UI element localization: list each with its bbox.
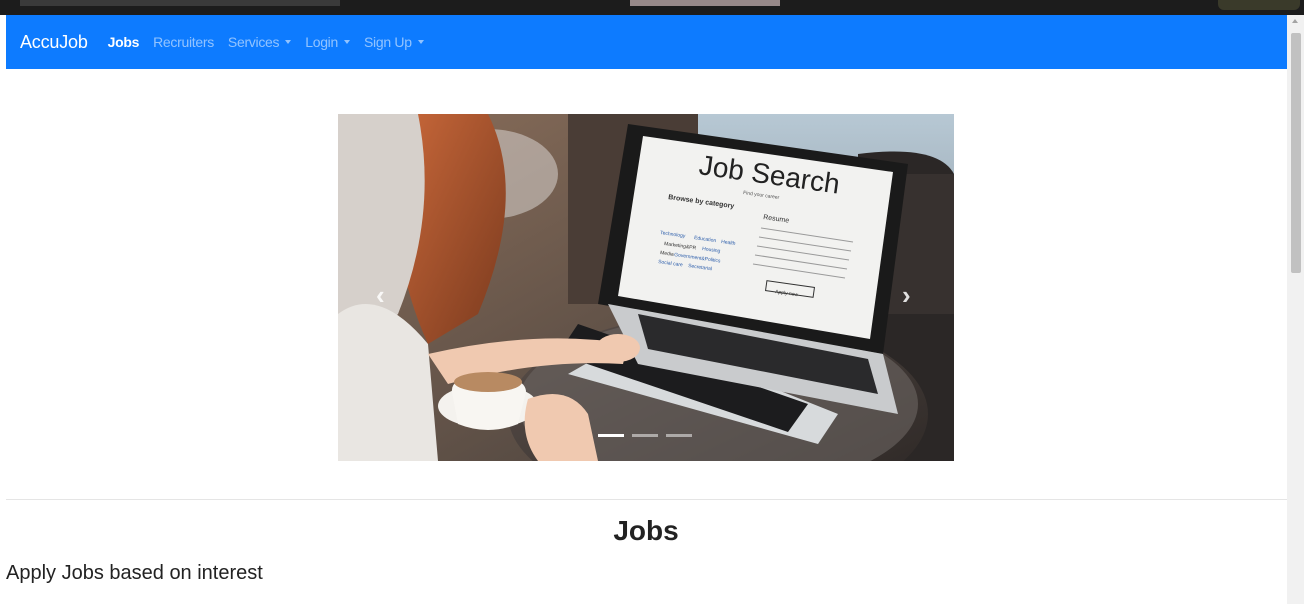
nav-signup-label: Sign Up: [363, 34, 412, 50]
carousel-indicators: [598, 434, 692, 437]
browser-top-strip: [0, 0, 1304, 15]
nav-item-services[interactable]: Services: [227, 34, 292, 50]
caret-down-icon: [285, 40, 292, 44]
partial-banner: [630, 0, 780, 6]
section-divider: [6, 499, 1287, 500]
nav-item-login[interactable]: Login: [305, 34, 350, 50]
nav-services-label: Services: [227, 34, 280, 50]
scrollbar-thumb[interactable]: [1291, 33, 1301, 273]
carousel-indicator[interactable]: [632, 434, 658, 437]
carousel-indicator[interactable]: [598, 434, 624, 437]
nav-login-label: Login: [305, 34, 338, 50]
partial-button: [1218, 0, 1300, 10]
scroll-up-arrow-icon[interactable]: [1292, 19, 1298, 23]
brand-logo[interactable]: AccuJob: [20, 32, 88, 53]
caret-down-icon: [343, 40, 350, 44]
nav-item-recruiters[interactable]: Recruiters: [153, 34, 214, 50]
nav-item-signup[interactable]: Sign Up: [364, 34, 424, 50]
partial-page-text: [20, 0, 340, 6]
caret-down-icon: [417, 40, 424, 44]
jobs-section-title: Jobs: [613, 515, 679, 546]
jobs-section-subtitle: Apply Jobs based on interest: [6, 562, 263, 584]
chevron-right-icon[interactable]: ›: [902, 282, 911, 308]
nav-recruiters-label: Recruiters: [153, 34, 214, 50]
carousel-slide-image: Job Search Find your career Browse by ca…: [338, 114, 954, 461]
nav-item-jobs[interactable]: Jobs: [107, 34, 140, 50]
chevron-left-icon[interactable]: ‹: [376, 282, 385, 308]
carousel-indicator[interactable]: [666, 434, 692, 437]
top-navbar: AccuJob Jobs Recruiters Services Login S…: [6, 15, 1287, 69]
image-carousel[interactable]: Job Search Find your career Browse by ca…: [338, 114, 954, 461]
nav-jobs-label: Jobs: [107, 34, 140, 50]
